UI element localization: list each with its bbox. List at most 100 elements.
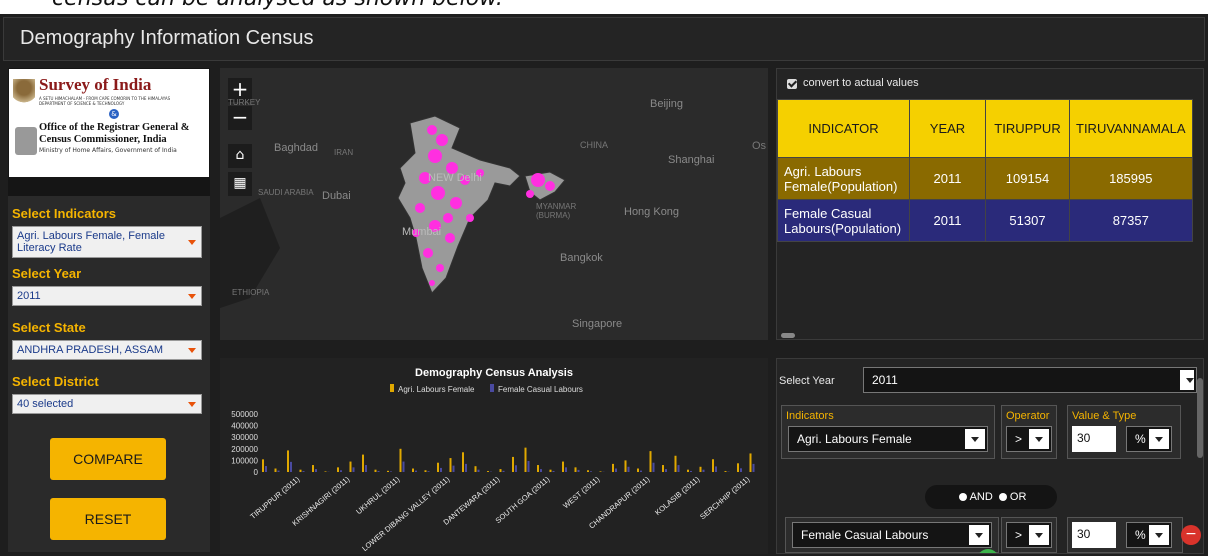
logo-line6: Ministry of Home Affairs, Government of … bbox=[39, 147, 177, 154]
indicator-box: Indicators Agri. Labours Female bbox=[781, 405, 995, 459]
cond1-type-value: % bbox=[1135, 432, 1146, 446]
state-select[interactable]: ANDHRA PRADESH, ASSAM bbox=[12, 340, 202, 360]
bar bbox=[528, 461, 530, 472]
bar bbox=[612, 464, 614, 472]
bar bbox=[300, 470, 302, 472]
cond1-indicator-select[interactable]: Agri. Labours Female bbox=[788, 426, 988, 452]
cond1-type-select[interactable]: % bbox=[1126, 426, 1172, 452]
cond2-operator-select[interactable]: > bbox=[1006, 522, 1052, 548]
district-select[interactable]: 40 selected bbox=[12, 394, 202, 414]
bar bbox=[750, 453, 752, 472]
y-tick-label: 0 bbox=[254, 468, 259, 477]
bar bbox=[478, 470, 480, 472]
column-header[interactable]: TIRUPPUR bbox=[986, 100, 1070, 158]
table-header-row: INDICATOR YEAR TIRUPPUR TIRUVANNAMALA bbox=[778, 100, 1193, 158]
logo-banner: Survey of India A SETU HIMACHALAM - FROM… bbox=[9, 69, 209, 177]
bar bbox=[425, 470, 427, 472]
state-value: ANDHRA PRADESH, ASSAM bbox=[17, 344, 163, 356]
cond2-indicator-select[interactable]: Female Casual Labours bbox=[792, 522, 992, 548]
bar bbox=[437, 463, 439, 472]
bar bbox=[740, 468, 742, 472]
bar bbox=[450, 458, 452, 472]
emblem-icon bbox=[13, 79, 35, 109]
chart-svg: Demography Census Analysis Agri. Labours… bbox=[220, 358, 768, 554]
year-label: Select Year bbox=[12, 266, 81, 281]
horizontal-scrollbar[interactable] bbox=[781, 333, 795, 338]
map-label-beijing: Beijing bbox=[650, 98, 683, 110]
map-label-myanmar: MYANMAR (BURMA) bbox=[536, 202, 586, 220]
bar bbox=[403, 462, 405, 472]
x-tick-label: DANTEWARA (2011) bbox=[442, 474, 502, 526]
bar bbox=[428, 471, 430, 472]
indicators-select[interactable]: Agri. Labours Female, Female Literacy Ra… bbox=[12, 226, 202, 258]
compare-button[interactable]: COMPARE bbox=[50, 438, 166, 480]
bar bbox=[315, 469, 317, 472]
map-label-iran: IRAN bbox=[334, 148, 353, 157]
bar bbox=[475, 466, 477, 472]
chevron-down-icon bbox=[188, 240, 196, 245]
home-icon[interactable]: ⌂ bbox=[228, 144, 252, 168]
bar bbox=[653, 463, 655, 472]
query-panel: Select Year 2011 Indicators Agri. Labour… bbox=[776, 358, 1204, 554]
chart-panel: Demography Census Analysis Agri. Labours… bbox=[220, 358, 768, 554]
bar bbox=[515, 465, 517, 472]
bar bbox=[290, 462, 292, 472]
table-cell: 2011 bbox=[910, 158, 986, 200]
bar bbox=[265, 466, 267, 472]
cond2-type-select[interactable]: % bbox=[1126, 522, 1172, 548]
bar bbox=[440, 468, 442, 472]
logo-amp: & bbox=[109, 109, 119, 119]
bar bbox=[303, 471, 305, 472]
bar bbox=[590, 471, 592, 472]
cond2-value-input[interactable]: 30 bbox=[1072, 522, 1116, 548]
x-tick-label: WEST (2011) bbox=[561, 474, 601, 510]
map-view[interactable]: + − ⌂ ▦ TURKEY Baghdad IRAN SAUDI ARABIA… bbox=[220, 68, 768, 340]
chevron-down-icon bbox=[1180, 370, 1194, 390]
chevron-down-icon bbox=[965, 429, 985, 449]
indicators-value: Agri. Labours Female, Female Literacy Ra… bbox=[17, 230, 165, 254]
bar bbox=[415, 471, 417, 472]
column-header[interactable]: TIRUVANNAMALA bbox=[1070, 100, 1193, 158]
query-year-select[interactable]: 2011 bbox=[863, 367, 1197, 393]
convert-checkbox-label: convert to actual values bbox=[803, 77, 919, 89]
logo-line3: DEPARTMENT OF SCIENCE & TECHNOLOGY bbox=[39, 101, 124, 106]
zoom-out-button[interactable]: − bbox=[228, 106, 252, 130]
logo-line4: Office of the Registrar General & bbox=[39, 122, 190, 133]
indicators-label: Select Indicators bbox=[12, 206, 116, 221]
bar bbox=[550, 470, 552, 472]
remove-condition-icon[interactable]: − bbox=[1181, 525, 1201, 545]
column-header[interactable]: INDICATOR bbox=[778, 100, 910, 158]
cond1-value-input[interactable]: 30 bbox=[1072, 426, 1116, 452]
year-select[interactable]: 2011 bbox=[12, 286, 202, 306]
district-value: 40 selected bbox=[17, 398, 73, 410]
legend-label: Agri. Labours Female bbox=[398, 385, 475, 394]
bar bbox=[387, 471, 389, 472]
and-radio[interactable] bbox=[959, 493, 967, 501]
cond1-operator-select[interactable]: > bbox=[1006, 426, 1052, 452]
app-title: Demography Information Census bbox=[20, 27, 313, 50]
bar bbox=[715, 466, 717, 472]
vertical-scrollbar[interactable] bbox=[1197, 378, 1203, 458]
bar bbox=[753, 464, 755, 472]
y-tick-label: 500000 bbox=[231, 410, 258, 419]
bar bbox=[353, 467, 355, 472]
y-tick-label: 100000 bbox=[231, 456, 258, 465]
legend-swatch bbox=[490, 384, 494, 392]
left-panel: Survey of India A SETU HIMACHALAM - FROM… bbox=[8, 68, 210, 552]
table-row: Female Casual Labours(Population) 2011 5… bbox=[778, 200, 1193, 242]
operator-label: Operator bbox=[1006, 410, 1049, 422]
and-label: AND bbox=[970, 491, 993, 503]
x-tick-label: TIRUPPUR (2011) bbox=[248, 474, 301, 521]
column-header[interactable]: YEAR bbox=[910, 100, 986, 158]
convert-checkbox[interactable] bbox=[787, 79, 797, 89]
or-radio[interactable] bbox=[999, 493, 1007, 501]
map-label-bangkok: Bangkok bbox=[560, 252, 603, 264]
map-label-turkey: TURKEY bbox=[228, 98, 260, 107]
cond2-operator-box: > bbox=[1001, 517, 1057, 553]
reset-button[interactable]: RESET bbox=[50, 498, 166, 540]
map-label-singapore: Singapore bbox=[572, 318, 622, 330]
y-tick-label: 400000 bbox=[231, 422, 258, 431]
basemap-gallery-icon[interactable]: ▦ bbox=[228, 172, 252, 196]
bar bbox=[362, 455, 364, 472]
and-or-toggle[interactable]: AND OR bbox=[925, 485, 1057, 509]
